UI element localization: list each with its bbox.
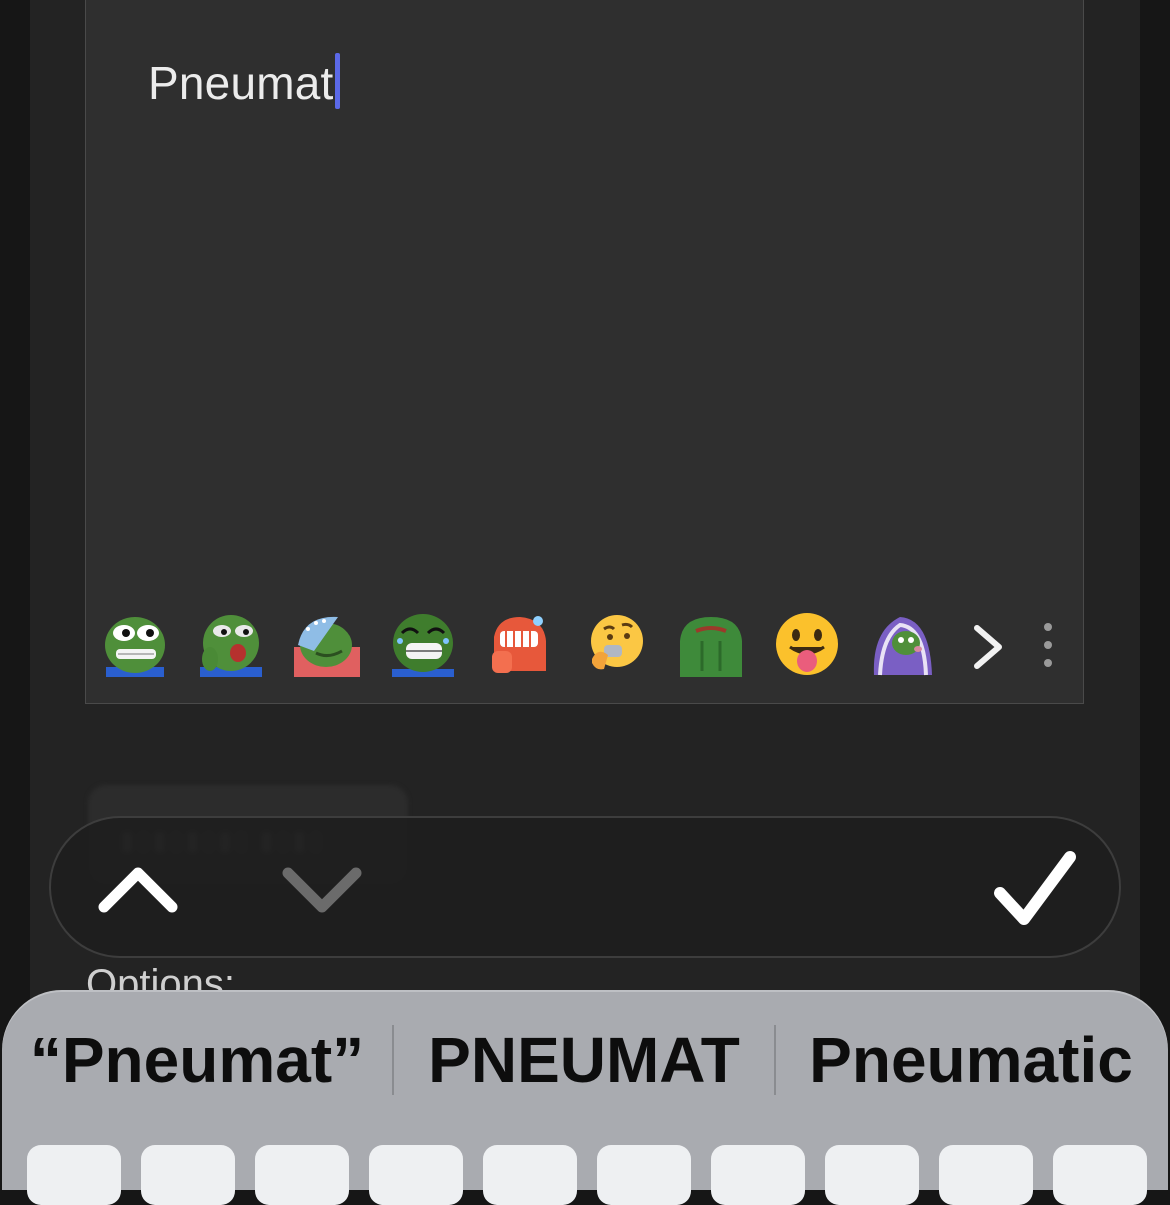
keyboard-key[interactable] (27, 1145, 121, 1205)
keyboard-key[interactable] (1053, 1145, 1147, 1205)
red-screaming-face-emoji[interactable] (486, 611, 552, 677)
chevron-down-icon[interactable] (277, 850, 367, 928)
message-editor[interactable]: Pneumat (85, 0, 1084, 704)
keyboard: “Pneumat” PNEUMAT Pneumatic (2, 990, 1168, 1205)
pepe-sleep-cap-emoji[interactable] (294, 611, 360, 677)
suggestion-literal[interactable]: “Pneumat” (2, 1023, 392, 1097)
text-caret (334, 53, 340, 109)
more-vertical-icon[interactable] (1036, 623, 1060, 667)
editor-text[interactable]: Pneumat (148, 53, 340, 110)
keyboard-key[interactable] (141, 1145, 235, 1205)
find-toolbar (49, 816, 1121, 958)
keyboard-key[interactable] (369, 1145, 463, 1205)
pepe-back-emoji[interactable] (678, 611, 744, 677)
checkmark-icon[interactable] (987, 844, 1083, 934)
keyboard-key[interactable] (711, 1145, 805, 1205)
key-row (27, 1145, 1167, 1205)
pepe-blanket-emoji[interactable] (870, 611, 936, 677)
suggestion-autocorrect[interactable]: Pneumatic (776, 1023, 1166, 1097)
pepe-shocked-emoji[interactable] (198, 611, 264, 677)
suggestion-uppercase[interactable]: PNEUMAT (394, 1023, 774, 1097)
keyboard-key[interactable] (939, 1145, 1033, 1205)
face-with-tongue-emoji[interactable] (774, 611, 840, 677)
emoji-bar (102, 609, 966, 679)
chevron-right-icon[interactable] (966, 621, 1010, 673)
pepe-laughing-crying-emoji[interactable] (390, 611, 456, 677)
predictive-suggestions: “Pneumat” PNEUMAT Pneumatic (2, 1020, 1168, 1100)
keyboard-key[interactable] (597, 1145, 691, 1205)
pepe-grin-emoji[interactable] (102, 611, 168, 677)
keyboard-key[interactable] (825, 1145, 919, 1205)
chevron-up-icon[interactable] (93, 850, 183, 928)
keyboard-key[interactable] (255, 1145, 349, 1205)
thinking-face-emoji[interactable] (582, 611, 648, 677)
editor-value: Pneumat (148, 57, 334, 109)
keyboard-key[interactable] (483, 1145, 577, 1205)
